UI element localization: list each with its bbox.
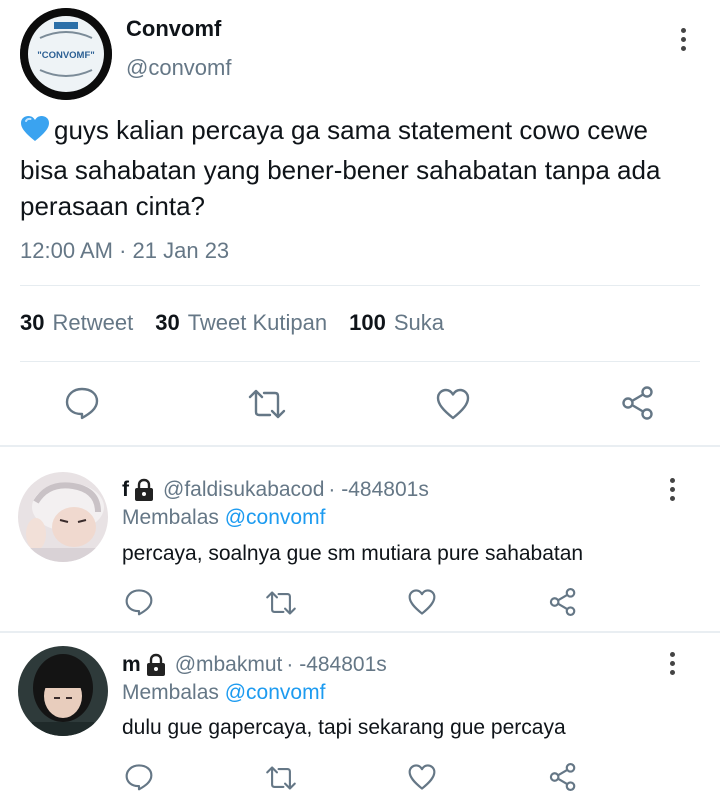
reply-author-name[interactable]: f xyxy=(122,478,129,502)
retweet-icon xyxy=(266,766,296,790)
reply-reply-button[interactable] xyxy=(124,588,154,621)
like-icon xyxy=(436,388,470,420)
reply-text: percaya, soalnya gue sm mutiara pure sah… xyxy=(122,542,584,565)
reply-icon xyxy=(125,589,153,616)
avatar-text: "CONVOMF" xyxy=(37,50,95,61)
author-avatar[interactable]: "CONVOMF" xyxy=(20,8,112,100)
reply-retweet-button[interactable] xyxy=(264,765,298,796)
divider xyxy=(20,285,700,286)
share-button[interactable] xyxy=(620,385,656,421)
replying-to-handle[interactable]: @convomf xyxy=(225,506,326,529)
reply-reply-button[interactable] xyxy=(124,763,154,796)
reply-more-button[interactable] xyxy=(668,652,676,675)
reply-time: · -484801s xyxy=(286,653,387,676)
lock-icon xyxy=(146,653,165,676)
blue-heart-icon xyxy=(20,115,50,152)
section-divider xyxy=(0,445,720,447)
avatar-logo: "CONVOMF" xyxy=(20,8,112,100)
retweets-stat[interactable]: 30 Retweet xyxy=(20,310,133,336)
reply-like-button[interactable] xyxy=(407,588,437,621)
reply-avatar[interactable] xyxy=(18,646,108,736)
reply-retweet-button[interactable] xyxy=(264,590,298,621)
reply-author-handle[interactable]: @faldisukabacod xyxy=(163,478,324,502)
replying-label: Membalas xyxy=(122,506,219,529)
retweet-icon xyxy=(248,389,286,419)
lock-icon xyxy=(135,478,153,501)
author-handle[interactable]: @convomf xyxy=(126,55,231,81)
retweet-icon xyxy=(266,591,296,615)
replying-label: Membalas xyxy=(122,681,219,704)
like-icon xyxy=(408,764,436,790)
reply-button[interactable] xyxy=(64,386,100,420)
reply-author-name[interactable]: m xyxy=(122,653,141,677)
tweet-text: guys kalian percaya ga sama statement co… xyxy=(20,115,661,221)
more-icon xyxy=(680,28,686,33)
reply-icon xyxy=(65,387,99,420)
tweet-date: 21 Jan 23 xyxy=(132,238,230,263)
reply-icon xyxy=(125,764,153,791)
section-divider xyxy=(0,631,720,633)
replying-to: Membalas @convomf xyxy=(122,681,325,705)
reply-like-button[interactable] xyxy=(407,763,437,796)
share-icon xyxy=(549,763,576,791)
reply-avatar[interactable] xyxy=(18,472,108,562)
replying-to: Membalas @convomf xyxy=(122,506,325,530)
quotes-stat[interactable]: 30 Tweet Kutipan xyxy=(155,310,327,336)
divider xyxy=(20,361,700,362)
share-icon xyxy=(549,588,576,616)
reply-share-button[interactable] xyxy=(548,587,578,622)
share-icon xyxy=(622,386,653,420)
likes-stat[interactable]: 100 Suka xyxy=(349,310,444,336)
reply-author-handle[interactable]: @mbakmut xyxy=(175,653,283,677)
reply-text: dulu gue gapercaya, tapi sekarang gue pe… xyxy=(122,716,566,739)
like-button[interactable] xyxy=(435,387,471,421)
reply-share-button[interactable] xyxy=(548,762,578,797)
reply-time: · -484801s xyxy=(328,478,429,501)
author-name[interactable]: Convomf xyxy=(126,16,221,42)
reply-header: f @faldisukabacod · -484801s xyxy=(122,478,429,502)
more-options-button[interactable] xyxy=(679,28,687,51)
retweet-button[interactable] xyxy=(246,388,288,420)
replying-to-handle[interactable]: @convomf xyxy=(225,681,326,704)
like-icon xyxy=(408,589,436,615)
more-icon xyxy=(669,478,675,483)
more-icon xyxy=(669,652,675,657)
tweet-text-block: guys kalian percaya ga sama statement co… xyxy=(20,112,700,224)
tweet-time: 12:00 AM xyxy=(20,238,113,263)
reply-header: m @mbakmut · -484801s xyxy=(122,653,387,677)
tweet-stats: 30 Retweet 30 Tweet Kutipan 100 Suka xyxy=(20,310,444,336)
date-separator: · xyxy=(119,238,127,263)
reply-more-button[interactable] xyxy=(668,478,676,501)
tweet-timestamp[interactable]: 12:00 AM · 21 Jan 23 xyxy=(20,238,229,264)
